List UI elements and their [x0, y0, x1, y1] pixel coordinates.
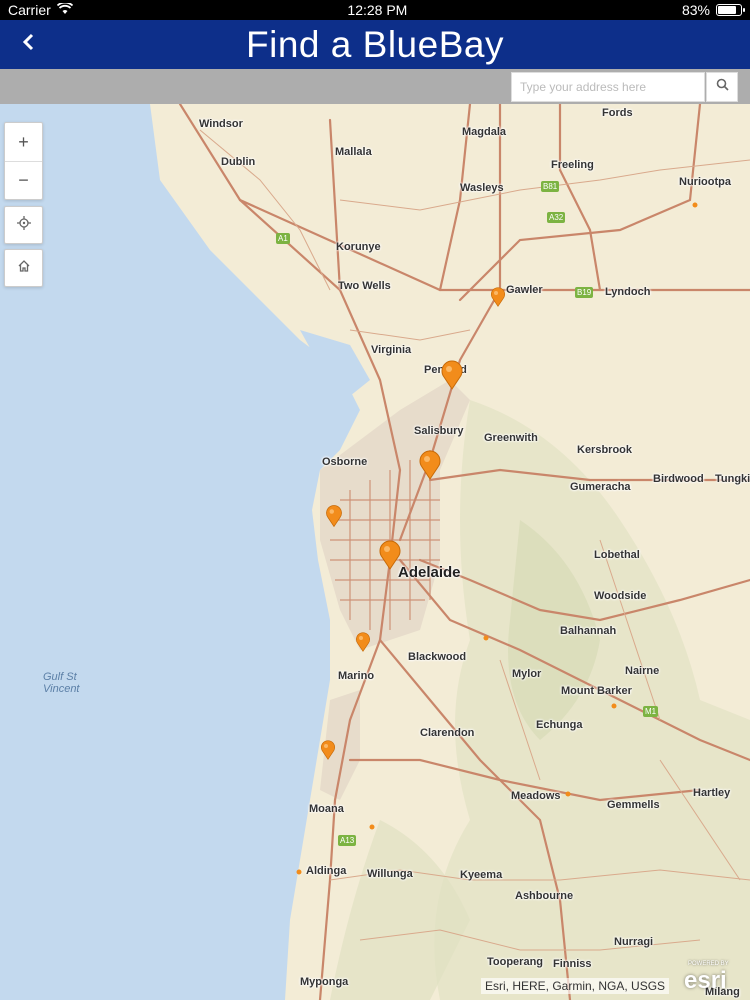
place-label: Lobethal — [594, 549, 640, 561]
location-dot[interactable] — [565, 784, 571, 802]
place-label: Greenwith — [484, 432, 538, 444]
place-label: Hartley — [693, 787, 731, 799]
search-button[interactable] — [706, 72, 738, 102]
place-label: Tungkillo — [715, 473, 750, 485]
search-bar — [0, 69, 750, 104]
carrier-label: Carrier — [8, 2, 51, 18]
status-right: 83% — [681, 2, 745, 18]
map[interactable]: Windsor Magdala Fords Dublin Mallala Fre… — [0, 104, 750, 1000]
water-label: Gulf St Vincent — [43, 671, 80, 695]
place-label: Blackwood — [408, 651, 467, 663]
location-pin[interactable] — [355, 632, 371, 657]
battery-icon — [716, 4, 745, 16]
place-label: Ashbourne — [515, 890, 574, 902]
clock: 12:28 PM — [347, 2, 408, 18]
place-label: Two Wells — [338, 280, 391, 292]
place-label: Mallala — [335, 146, 372, 158]
location-pin[interactable] — [320, 740, 336, 765]
place-label: Salisbury — [414, 425, 464, 437]
place-label: Mount Barker — [561, 685, 632, 697]
battery-percent: 83% — [681, 2, 710, 18]
place-label: Tooperang — [487, 956, 544, 968]
place-label: Kyeema — [460, 869, 503, 881]
place-label: Virginia — [371, 344, 412, 356]
place-label: Nuriootpa — [679, 176, 731, 188]
back-button[interactable] — [12, 28, 44, 60]
page-title: Find a BlueBay — [246, 23, 504, 65]
status-bar: Carrier 12:28 PM 83% — [0, 0, 750, 20]
place-label: Nairne — [625, 665, 660, 677]
place-label: Echunga — [536, 719, 583, 731]
zoom-out-button[interactable]: − — [5, 161, 42, 199]
place-label: Nurragi — [614, 936, 654, 948]
place-label: Mylor — [512, 668, 542, 680]
place-label: Freeling — [551, 159, 594, 171]
location-pin[interactable] — [325, 504, 343, 533]
search-input[interactable] — [511, 72, 705, 102]
nav-bar: Find a BlueBay — [0, 20, 750, 69]
road-shield: B81 — [541, 181, 560, 192]
location-dot[interactable] — [483, 628, 489, 646]
place-label: Willunga — [367, 868, 413, 880]
wifi-icon — [56, 1, 73, 18]
crosshair-icon — [16, 215, 31, 235]
esri-logo-text: esri — [684, 967, 727, 994]
place-label: Woodside — [594, 590, 647, 602]
place-label: Moana — [309, 803, 344, 815]
status-left: Carrier — [8, 1, 73, 18]
location-dot[interactable] — [369, 817, 375, 835]
place-label: Marino — [338, 670, 375, 682]
place-label: Dublin — [221, 156, 256, 168]
place-label: Kersbrook — [577, 444, 633, 456]
road-shield: B19 — [575, 287, 594, 298]
place-label: Gumeracha — [570, 481, 631, 493]
home-button[interactable] — [4, 249, 43, 287]
place-label: Wasleys — [460, 182, 504, 194]
road-shield: A13 — [338, 835, 357, 846]
place-label: Gemmells — [607, 799, 660, 811]
location-dot[interactable] — [611, 696, 617, 714]
place-label: Clarendon — [420, 727, 475, 739]
place-label: Myponga — [300, 976, 349, 988]
home-icon — [17, 259, 31, 278]
place-label: Korunye — [336, 241, 381, 253]
chevron-left-icon — [21, 33, 35, 56]
location-dot[interactable] — [296, 862, 302, 880]
place-label: Finniss — [553, 958, 592, 970]
location-pin[interactable] — [490, 287, 506, 312]
road-shield: M1 — [643, 706, 659, 717]
location-pin[interactable] — [378, 540, 402, 575]
place-label: Magdala — [462, 126, 507, 138]
map-attribution: Esri, HERE, Garmin, NGA, USGS — [481, 978, 670, 994]
locate-button[interactable] — [4, 206, 43, 244]
location-pin[interactable] — [418, 450, 442, 485]
place-label: Fords — [602, 107, 633, 119]
location-pin[interactable] — [440, 360, 464, 395]
zoom-in-button[interactable]: + — [5, 123, 42, 161]
esri-logo[interactable]: esri — [684, 963, 746, 997]
place-label-major: Adelaide — [398, 564, 461, 581]
place-label: Osborne — [322, 456, 368, 468]
road-shield: A32 — [547, 212, 566, 223]
place-label: Gawler — [506, 284, 543, 296]
road-shield: A1 — [276, 233, 290, 244]
place-label: Meadows — [511, 790, 561, 802]
place-label: Lyndoch — [605, 286, 651, 298]
place-label: Birdwood — [653, 473, 704, 485]
zoom-control: + − — [4, 122, 43, 200]
location-dot[interactable] — [692, 195, 698, 213]
place-label: Windsor — [199, 118, 243, 130]
battery-fill — [718, 6, 737, 14]
place-label: Aldinga — [306, 865, 347, 877]
search-icon — [716, 78, 729, 96]
place-label: Balhannah — [560, 625, 617, 637]
